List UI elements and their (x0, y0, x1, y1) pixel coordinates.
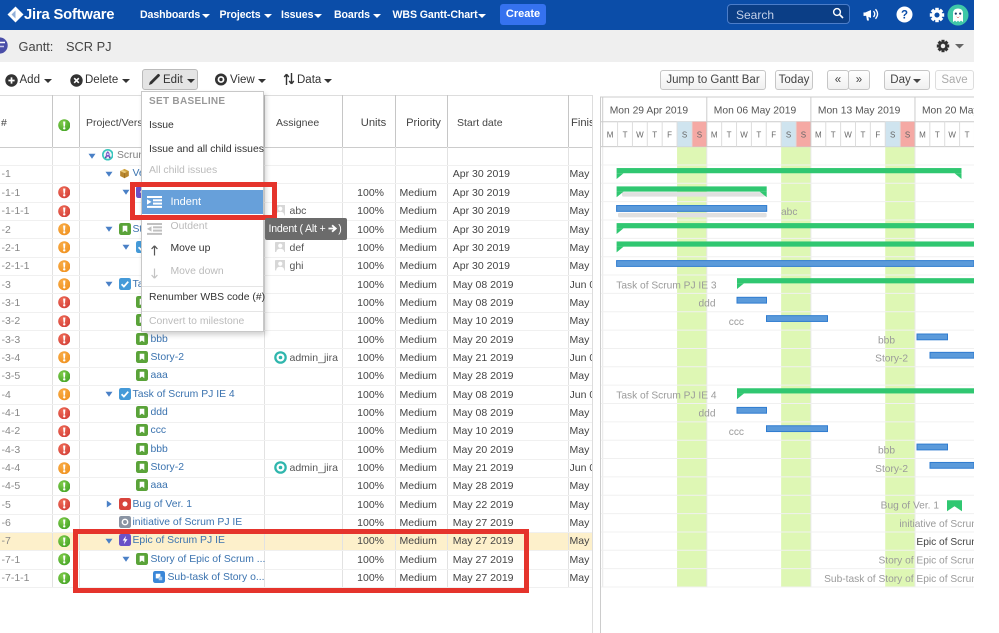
svg-text:S: S (890, 131, 895, 140)
svg-text:F: F (875, 131, 880, 140)
svg-text:Mon 29 Apr 2019: Mon 29 Apr 2019 (610, 106, 689, 117)
svg-text:M: M (607, 131, 614, 140)
svg-text:M: M (711, 131, 718, 140)
svg-text:Story of Epic of Scrum PJ IE: Story of Epic of Scrum PJ IE (878, 556, 974, 567)
svg-text:S: S (682, 131, 687, 140)
svg-text:ccc: ccc (729, 317, 744, 328)
svg-text:T: T (965, 131, 970, 140)
svg-text:T: T (652, 131, 657, 140)
svg-text:T: T (831, 131, 836, 140)
svg-text:F: F (667, 131, 672, 140)
svg-text:Mon 13 May 2019: Mon 13 May 2019 (818, 106, 901, 117)
svg-text:W: W (948, 131, 956, 140)
svg-text:ddd: ddd (699, 409, 716, 420)
svg-text:S: S (905, 131, 910, 140)
svg-text:Bug of Ver. 1: Bug of Ver. 1 (881, 500, 940, 511)
svg-text:bbb: bbb (878, 335, 895, 346)
svg-text:T: T (756, 131, 761, 140)
svg-text:abc: abc (781, 207, 797, 218)
svg-text:T: T (623, 131, 628, 140)
svg-text:Epic of Scrum PJ IE: Epic of Scrum PJ IE (916, 537, 974, 548)
svg-text:Mon 06 May 2019: Mon 06 May 2019 (714, 106, 797, 117)
svg-text:initiative of Scrum PJ IE: initiative of Scrum PJ IE (899, 519, 974, 530)
svg-text:ccc: ccc (729, 427, 744, 438)
svg-text:T: T (727, 131, 732, 140)
svg-text:Task of Scrum PJ IE 4: Task of Scrum PJ IE 4 (616, 390, 717, 401)
svg-text:S: S (786, 131, 791, 140)
svg-text:M: M (815, 131, 822, 140)
svg-text:Sub-task of Story of Epic of S: Sub-task of Story of Epic of Scrum PJ IE (824, 574, 974, 585)
svg-text:T: T (860, 131, 865, 140)
svg-text:S: S (801, 131, 806, 140)
svg-text:W: W (740, 131, 748, 140)
svg-text:Mon 20 May 2019: Mon 20 May 2019 (922, 106, 974, 117)
svg-text:T: T (935, 131, 940, 140)
svg-text:F: F (771, 131, 776, 140)
svg-text:?: ? (901, 10, 908, 22)
svg-text:W: W (636, 131, 644, 140)
svg-text:M: M (919, 131, 926, 140)
svg-text:W: W (844, 131, 852, 140)
svg-text:ddd: ddd (699, 299, 716, 310)
svg-text:S: S (697, 131, 702, 140)
svg-text:Story-2: Story-2 (875, 354, 908, 365)
svg-text:Task of Scrum PJ IE 3: Task of Scrum PJ IE 3 (616, 280, 717, 291)
svg-text:bbb: bbb (878, 445, 895, 456)
svg-text:Story-2: Story-2 (875, 464, 908, 475)
